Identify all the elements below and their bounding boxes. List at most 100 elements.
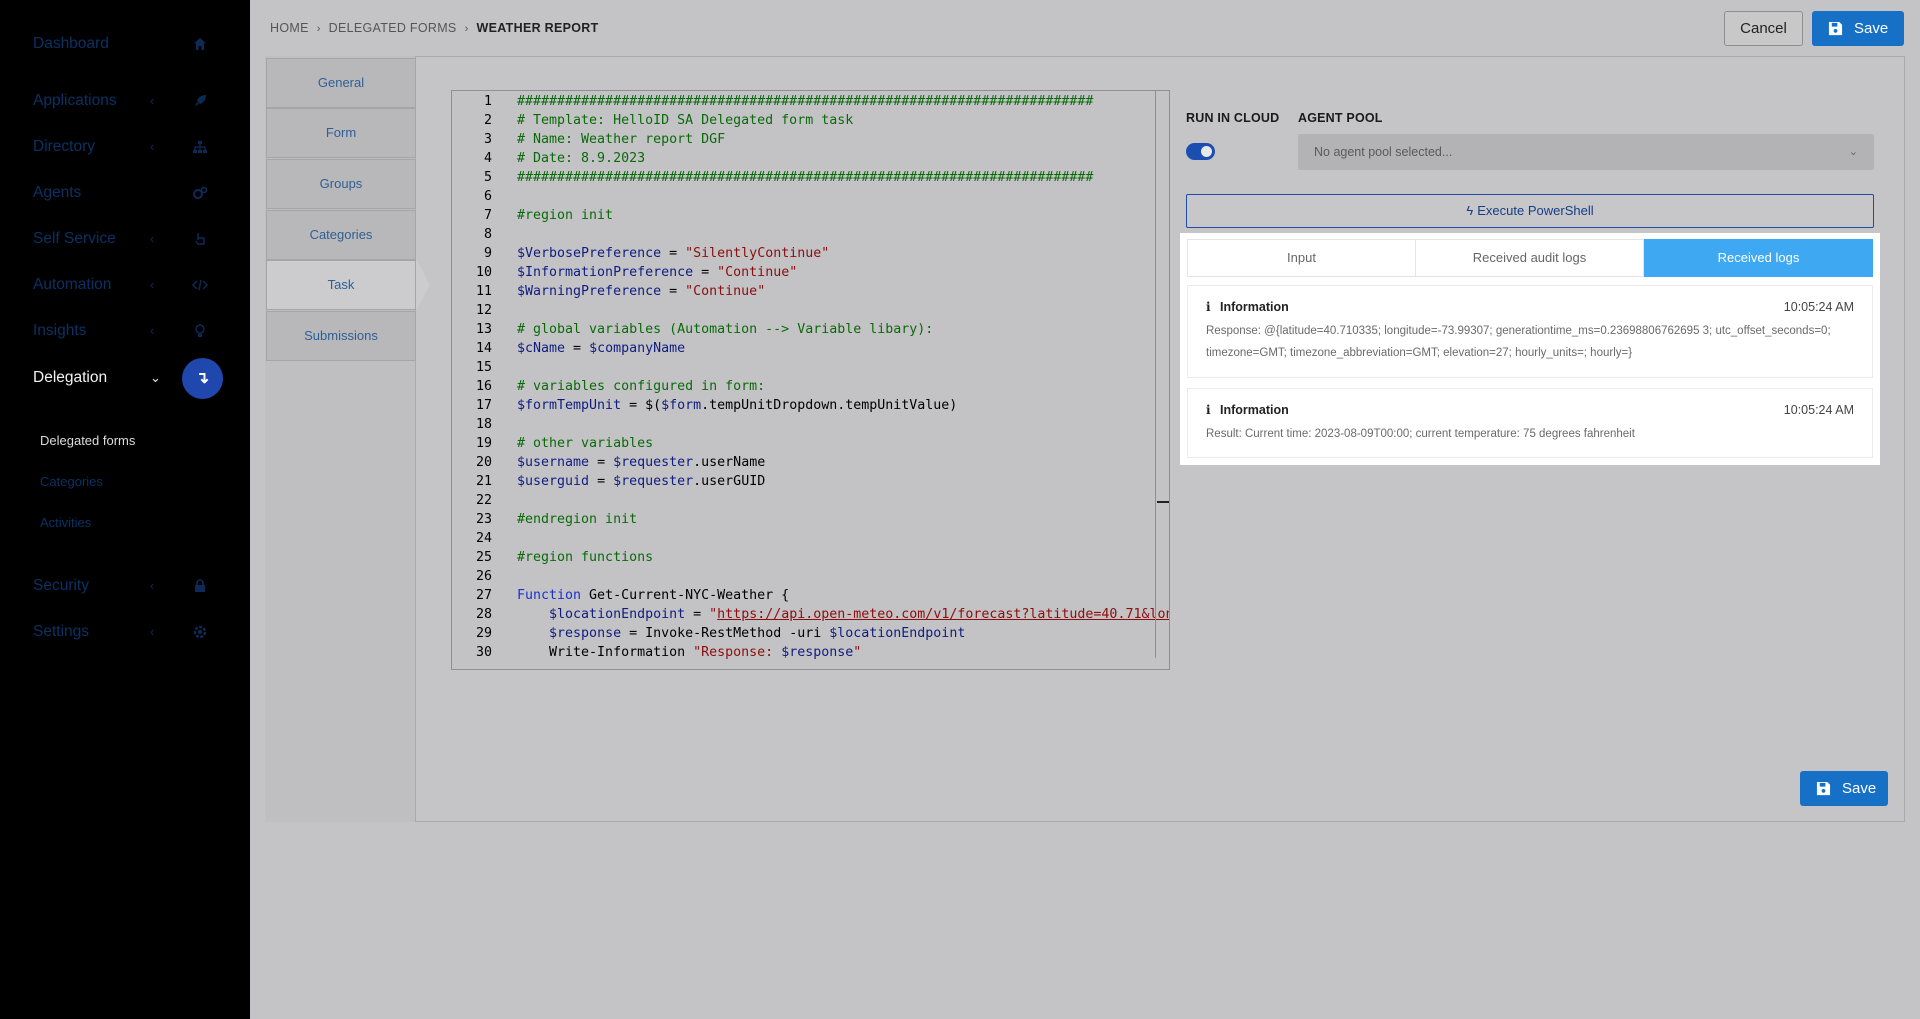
log-entry: i Information 10:05:24 AM Response: @{la…	[1187, 285, 1873, 378]
delegation-icon: ↴	[182, 358, 223, 399]
agent-pool-placeholder: No agent pool selected...	[1314, 145, 1453, 159]
log-message: Response: @{latitude=40.710335; longitud…	[1206, 325, 1831, 359]
sidebar-item-security[interactable]: Security ‹	[0, 566, 250, 606]
line-number: 3	[483, 132, 492, 147]
save-button-label: Save	[1842, 780, 1877, 797]
agent-pool-select[interactable]: No agent pool selected... ⌄	[1298, 134, 1874, 170]
sidebar-item-settings[interactable]: Settings ‹	[0, 612, 250, 652]
code-text: $VerbosePreference = "SilentlyContinue"	[517, 246, 830, 261]
sidebar-item-insights[interactable]: Insights ‹	[0, 311, 250, 351]
line-number: 2	[483, 113, 492, 128]
code-text: # Name: Weather report DGF	[517, 132, 726, 147]
code-text: $userguid = $requester.userGUID	[517, 474, 766, 489]
breadcrumb-home[interactable]: HOME	[270, 21, 309, 35]
tab-submissions[interactable]: Submissions	[266, 311, 416, 361]
line-number: 25	[475, 550, 492, 565]
sidebar-item-label: Settings	[33, 623, 90, 640]
code-text: #endregion init	[517, 512, 638, 527]
save-button-top[interactable]: Save	[1812, 11, 1904, 46]
tab-groups[interactable]: Groups	[266, 159, 416, 209]
line-number: 8	[483, 227, 492, 242]
line-number: 14	[475, 341, 492, 356]
save-button-bottom[interactable]: Save	[1800, 771, 1888, 806]
line-number: 17	[475, 398, 492, 413]
sidebar-item-applications[interactable]: Applications ‹	[0, 81, 250, 121]
code-line: 6	[452, 187, 1169, 206]
code-text: Function Get-Current-NYC-Weather {	[517, 588, 790, 603]
sidebar-item-label: Dashboard	[33, 35, 109, 52]
code-line: 13 # global variables (Automation --> Var…	[452, 320, 1169, 339]
code-line: 29 $response = Invoke-RestMethod -uri $l…	[452, 624, 1169, 643]
chevron-left-icon: ‹	[150, 93, 155, 108]
info-icon: i	[1206, 300, 1211, 314]
chevron-left-icon: ‹	[150, 624, 155, 639]
line-number: 20	[475, 455, 492, 470]
sidebar-item-label: Delegation	[33, 369, 108, 386]
home-icon	[192, 36, 208, 52]
code-line: 10 $InformationPreference = "Continue"	[452, 263, 1169, 282]
sidebar-subitem-delegated-forms[interactable]: Delegated forms	[40, 433, 135, 448]
sidebar-item-label: Directory	[33, 138, 96, 155]
code-text: $formTempUnit = $($form.tempUnitDropdown…	[517, 398, 958, 413]
code-line: 1 #######################################…	[452, 92, 1169, 111]
line-number: 7	[483, 208, 492, 223]
active-tab-indicator	[416, 259, 430, 311]
code-line: 16 # variables configured in form:	[452, 377, 1169, 396]
run-in-cloud-toggle[interactable]	[1186, 143, 1215, 160]
code-line: 19 # other variables	[452, 434, 1169, 453]
breadcrumb: HOME › DELEGATED FORMS › WEATHER REPORT	[270, 21, 599, 35]
tab-input[interactable]: Input	[1187, 239, 1416, 277]
chevron-left-icon: ‹	[150, 139, 155, 154]
sidebar-item-label: Security	[33, 577, 89, 594]
code-line: 18	[452, 415, 1169, 434]
cancel-button[interactable]: Cancel	[1724, 11, 1803, 46]
code-text: # global variables (Automation --> Varia…	[517, 322, 934, 337]
sidebar-item-agents[interactable]: Agents	[0, 173, 250, 213]
code-text: $locationEndpoint = "https://api.open-me…	[549, 607, 1170, 622]
sidebar-item-automation[interactable]: Automation ‹	[0, 265, 250, 305]
sidebar-subitem-categories[interactable]: Categories	[40, 474, 103, 489]
code-line: 30 Write-Information "Response: $respons…	[452, 643, 1169, 662]
code-text: # variables configured in form:	[517, 379, 766, 394]
code-text: $response = Invoke-RestMethod -uri $loca…	[549, 626, 966, 641]
log-time: 10:05:24 AM	[1783, 300, 1854, 314]
tab-form[interactable]: Form	[266, 108, 416, 158]
line-number: 15	[475, 360, 492, 375]
code-line: 22	[452, 491, 1169, 510]
line-number: 24	[475, 531, 492, 546]
sidebar-subitem-activities[interactable]: Activities	[40, 515, 91, 530]
code-editor[interactable]: 1 #######################################…	[451, 90, 1170, 670]
code-line: 4 # Date: 8.9.2023	[452, 149, 1169, 168]
tab-task[interactable]: Task	[266, 260, 416, 310]
tab-received-logs[interactable]: Received logs	[1644, 239, 1873, 277]
line-number: 9	[483, 246, 492, 261]
sidebar-item-self-service[interactable]: Self Service ‹	[0, 219, 250, 259]
code-text: #region functions	[517, 550, 654, 565]
tab-received-audit-logs[interactable]: Received audit logs	[1415, 239, 1644, 277]
code-line: 28 $locationEndpoint = "https://api.open…	[452, 605, 1170, 624]
sidebar-item-delegation[interactable]: Delegation ⌄ ↴	[0, 358, 250, 399]
execute-powershell-button[interactable]: ϟ Execute PowerShell	[1186, 194, 1874, 228]
breadcrumb-separator: ›	[464, 23, 469, 35]
editor-scroll-marker[interactable]	[1157, 501, 1169, 503]
log-entry: i Information 10:05:24 AM Result: Curren…	[1187, 388, 1873, 458]
code-text: ########################################…	[517, 170, 1094, 185]
tab-general[interactable]: General	[266, 58, 416, 108]
code-line: 21 $userguid = $requester.userGUID	[452, 472, 1169, 491]
code-line: 11 $WarningPreference = "Continue"	[452, 282, 1169, 301]
line-number: 12	[475, 303, 492, 318]
sidebar-item-label: Agents	[33, 184, 82, 201]
breadcrumb-delegated-forms[interactable]: DELEGATED FORMS	[329, 21, 457, 35]
sidebar-item-dashboard[interactable]: Dashboard	[0, 24, 250, 64]
agent-pool-label: AGENT POOL	[1298, 111, 1383, 125]
chevron-left-icon: ‹	[150, 323, 155, 338]
cogs-icon	[192, 185, 208, 201]
sidebar-item-directory[interactable]: Directory ‹	[0, 127, 250, 167]
lightbulb-icon	[192, 323, 208, 339]
info-icon: i	[1206, 403, 1211, 417]
floppy-disk-icon	[1828, 21, 1843, 36]
breadcrumb-separator: ›	[316, 23, 321, 35]
chevron-left-icon: ‹	[150, 578, 155, 593]
code-line: 9 $VerbosePreference = "SilentlyContinue"	[452, 244, 1169, 263]
tab-categories[interactable]: Categories	[266, 210, 416, 260]
